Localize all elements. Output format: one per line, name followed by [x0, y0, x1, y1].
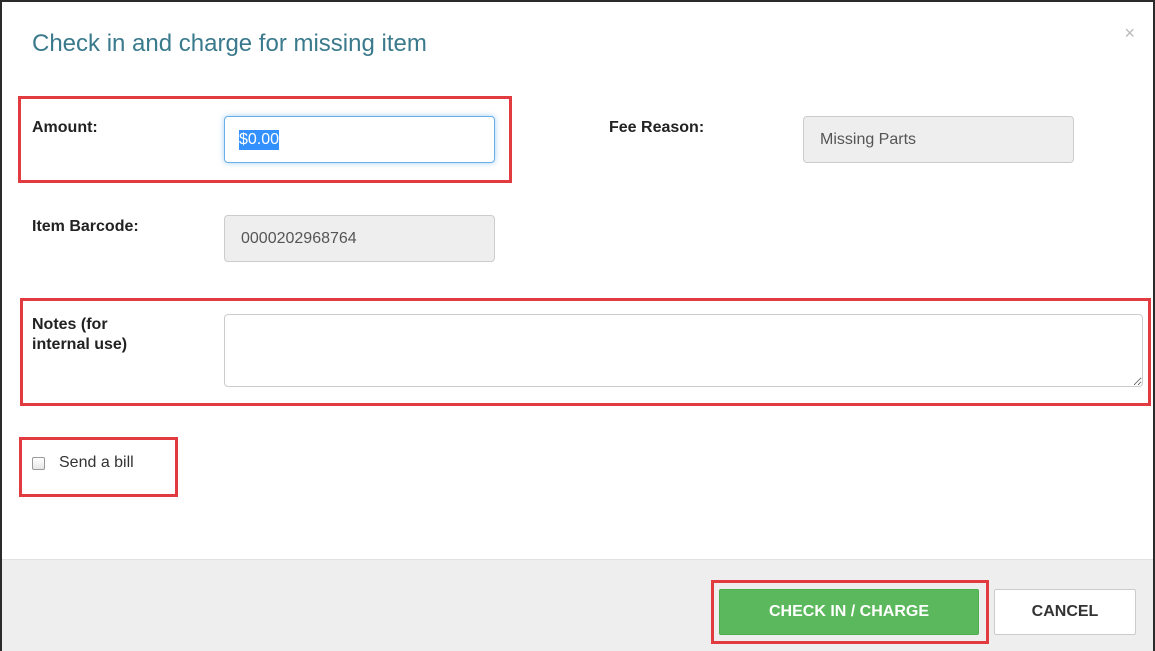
fee-reason-label: Fee Reason: [609, 119, 705, 136]
send-bill-checkbox[interactable] [32, 456, 45, 470]
item-barcode-value: 0000202968764 [241, 229, 357, 247]
send-bill-row[interactable]: Send a bill [32, 454, 134, 472]
send-bill-label[interactable]: Send a bill [59, 454, 134, 472]
cancel-button[interactable]: CANCEL [994, 589, 1136, 635]
amount-input[interactable]: $0.00 [224, 116, 495, 163]
item-barcode-label: Item Barcode: [32, 218, 139, 235]
fee-reason-value: Missing Parts [820, 130, 917, 148]
notes-label-line1: Notes (for [32, 316, 108, 333]
fee-reason-field: Missing Parts [803, 116, 1074, 163]
item-barcode-field: 0000202968764 [224, 215, 495, 262]
notes-textarea[interactable] [224, 314, 1143, 387]
notes-label: Notes (for internal use) [32, 315, 127, 355]
dialog-footer [2, 559, 1153, 651]
amount-value: $0.00 [239, 129, 280, 150]
amount-label: Amount: [32, 119, 98, 136]
close-icon[interactable]: × [1124, 24, 1135, 42]
check-in-charge-button[interactable]: CHECK IN / CHARGE [719, 589, 979, 635]
dialog-title: Check in and charge for missing item [32, 30, 427, 57]
charge-missing-item-dialog: Check in and charge for missing item × A… [0, 0, 1155, 651]
notes-label-line2: internal use) [32, 336, 128, 353]
